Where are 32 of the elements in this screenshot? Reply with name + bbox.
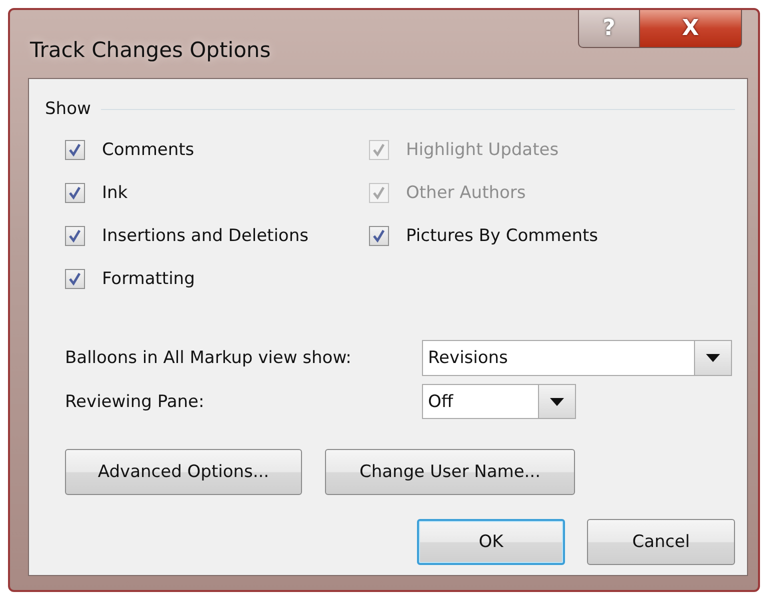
check-icon	[67, 142, 83, 158]
dropdown[interactable]: Revisions	[422, 340, 732, 376]
window-title: Track Changes Options	[30, 38, 271, 62]
field-label: Reviewing Pane:	[65, 392, 206, 412]
check-icon	[371, 185, 387, 201]
checkbox-label: Other Authors	[406, 183, 526, 203]
checkbox-label: Formatting	[102, 269, 195, 289]
check-icon	[371, 142, 387, 158]
checkbox-label: Insertions and Deletions	[102, 226, 308, 246]
caret-icon	[550, 398, 564, 406]
caret-icon	[706, 354, 720, 362]
check-icon	[67, 271, 83, 287]
field-label: Balloons in All Markup view show:	[65, 348, 352, 368]
checkbox[interactable]	[65, 183, 85, 203]
checkbox[interactable]	[369, 226, 389, 246]
dialog-button[interactable]: Cancel	[587, 519, 735, 565]
close-button[interactable]: X	[640, 10, 742, 48]
group-heading: Show	[45, 99, 91, 119]
checkbox[interactable]	[65, 269, 85, 289]
dropdown[interactable]: Off	[422, 384, 576, 419]
dialog-button[interactable]: OK	[417, 519, 565, 565]
check-icon	[67, 185, 83, 201]
check-icon	[371, 228, 387, 244]
checkbox-label: Pictures By Comments	[406, 226, 598, 246]
checkbox[interactable]	[65, 140, 85, 160]
checkbox[interactable]	[65, 226, 85, 246]
dialog-button[interactable]: Change User Name...	[325, 449, 575, 495]
checkbox-label: Comments	[102, 140, 194, 160]
dialog-button[interactable]: Advanced Options...	[65, 449, 302, 495]
checkbox-label: Ink	[102, 183, 128, 203]
check-icon	[67, 228, 83, 244]
checkbox-label: Highlight Updates	[406, 140, 559, 160]
